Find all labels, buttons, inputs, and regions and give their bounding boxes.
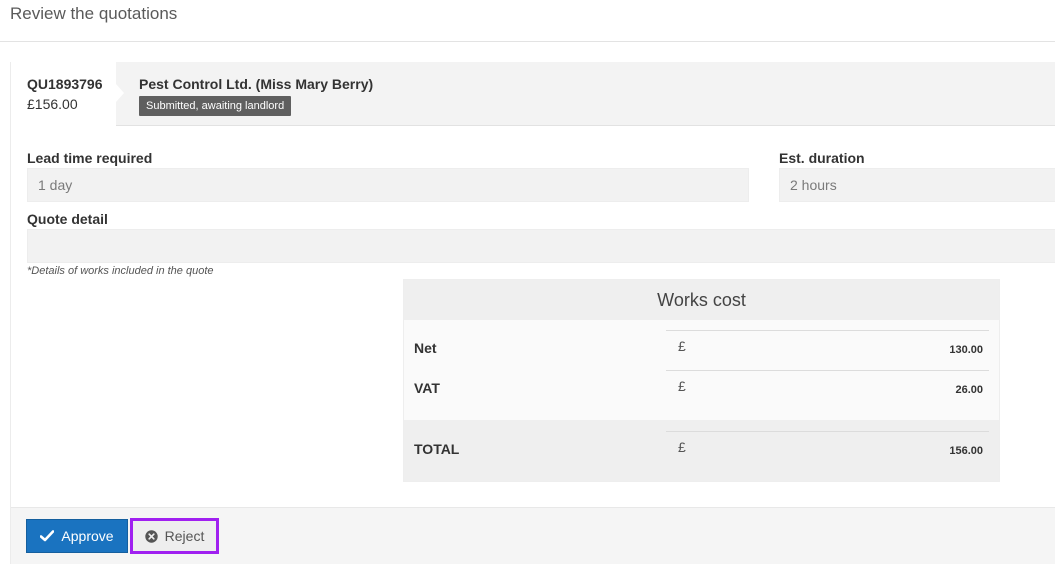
currency-symbol: £ [678, 439, 686, 455]
title-divider [0, 41, 1055, 42]
lead-time-label: Lead time required [27, 150, 153, 166]
cost-label: VAT [414, 380, 440, 396]
quote-amount: £156.00 [27, 96, 78, 112]
cost-value: 26.00 [955, 384, 983, 396]
cost-label: Net [414, 340, 437, 356]
total-value: 156.00 [949, 445, 983, 457]
times-circle-icon [144, 529, 158, 543]
cost-row-vat: VAT £ 26.00 [404, 370, 999, 410]
works-cost-title: Works cost [404, 280, 999, 320]
status-badge: Submitted, awaiting landlord [139, 96, 292, 116]
duration-field: 2 hours [779, 168, 1055, 202]
currency-symbol: £ [678, 378, 686, 394]
approve-label: Approve [61, 528, 114, 544]
reject-button[interactable]: Reject [130, 518, 219, 554]
check-icon [40, 530, 55, 542]
currency-symbol: £ [678, 338, 686, 354]
lead-time-field: 1 day [27, 168, 749, 202]
reject-label: Reject [164, 528, 205, 544]
cost-row-net: Net £ 130.00 [404, 330, 999, 370]
page-title: Review the quotations [10, 4, 178, 23]
cost-value: 130.00 [949, 344, 983, 356]
row-divider [666, 330, 989, 331]
quote-header: QU1893796 £156.00 Pest Control Ltd. (Mis… [11, 62, 1055, 126]
quote-tab[interactable]: QU1893796 £156.00 [11, 62, 124, 126]
quote-detail-hint: *Details of works included in the quote [27, 265, 214, 277]
duration-label: Est. duration [779, 150, 865, 166]
row-divider [666, 431, 989, 432]
row-divider [666, 370, 989, 371]
total-label: TOTAL [414, 441, 460, 457]
contractor-name: Pest Control Ltd. (Miss Mary Berry) [139, 76, 374, 92]
action-bar: Approve Reject [11, 507, 1055, 564]
quote-reference: QU1893796 [27, 76, 103, 92]
works-cost-table: Works cost Net £ 130.00 VAT £ 26.00 TOTA… [403, 279, 1000, 482]
quote-detail-label: Quote detail [27, 211, 108, 227]
quote-detail-field [27, 229, 1055, 263]
quotation-panel: QU1893796 £156.00 Pest Control Ltd. (Mis… [10, 62, 1055, 564]
cost-row-total: TOTAL £ 156.00 [404, 420, 999, 481]
approve-button[interactable]: Approve [26, 519, 128, 553]
